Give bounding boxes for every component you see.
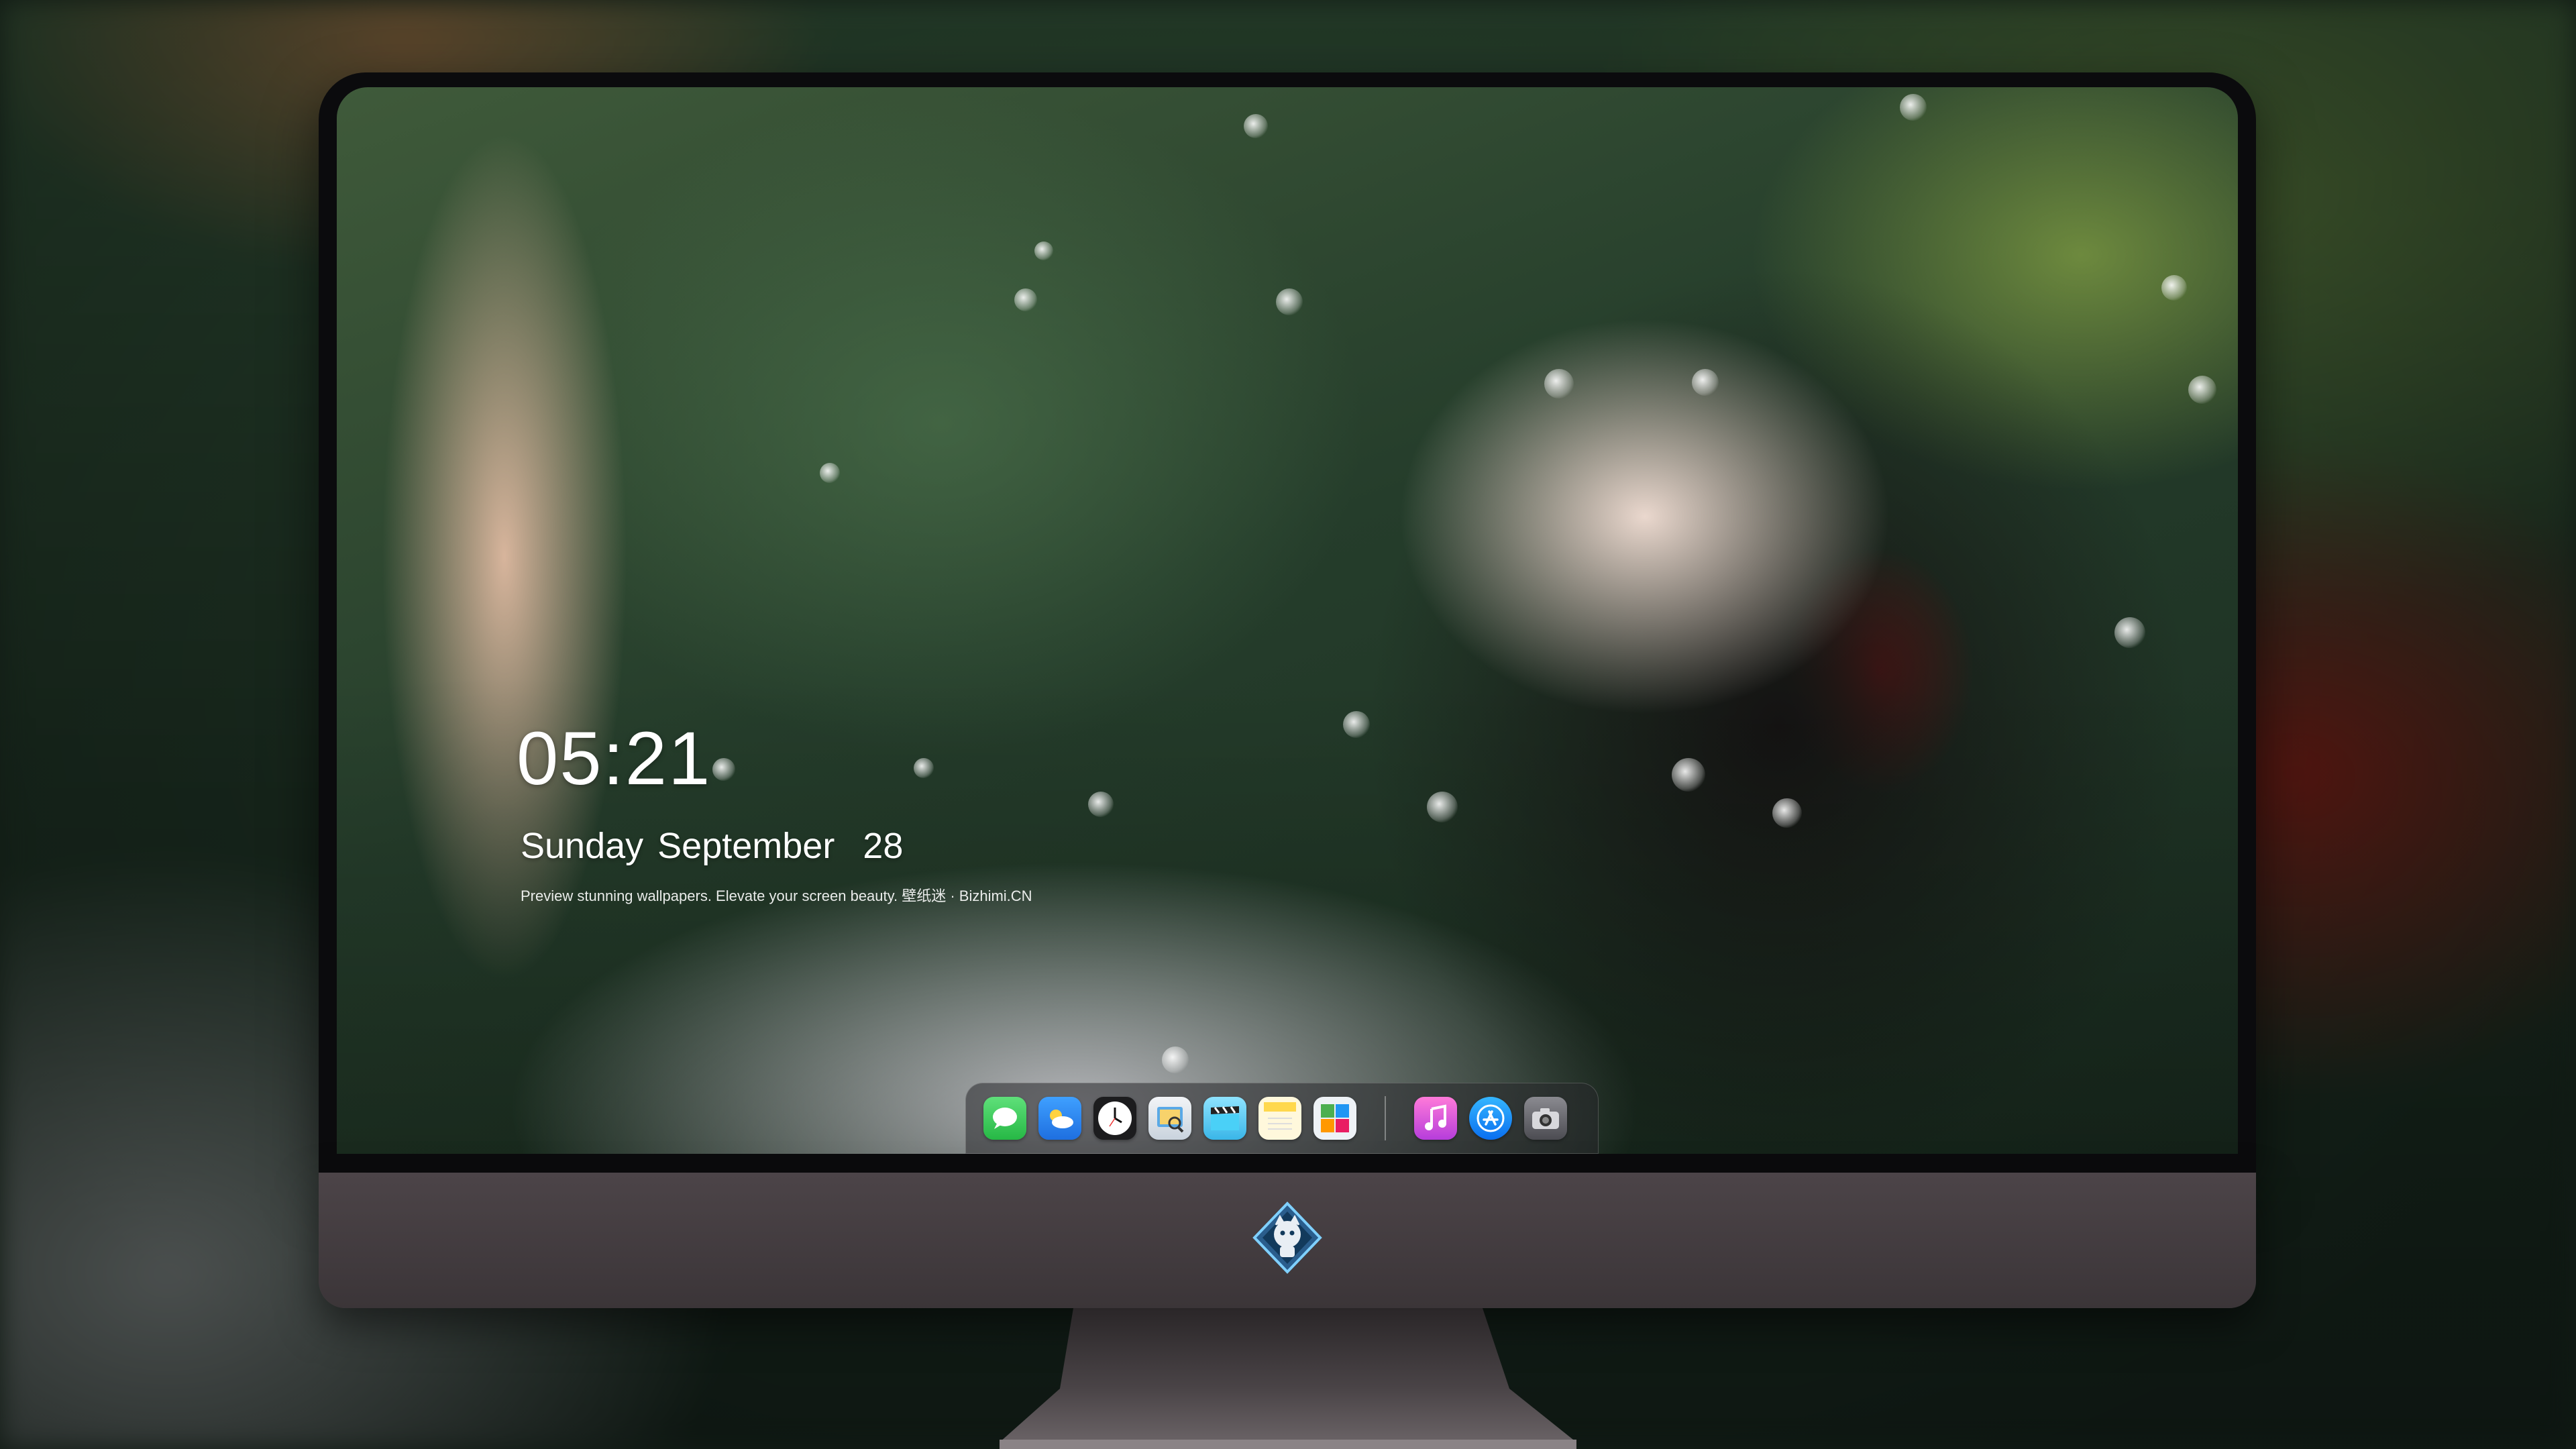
- itunes-icon[interactable]: [1414, 1097, 1457, 1140]
- light-drop: [712, 758, 735, 781]
- light-drop: [2188, 376, 2216, 404]
- preview-icon[interactable]: [1148, 1097, 1191, 1140]
- light-drop: [1427, 792, 1458, 822]
- monitor-screen: 05:21 Sunday September 28 Preview stunni…: [337, 87, 2238, 1154]
- notes-icon[interactable]: [1258, 1097, 1301, 1140]
- clock-icon[interactable]: [1093, 1097, 1136, 1140]
- light-drop: [2161, 275, 2187, 301]
- claquette-icon[interactable]: [1203, 1097, 1246, 1140]
- lock-screen-tagline: Preview stunning wallpapers. Elevate you…: [521, 888, 1032, 904]
- light-drop: [1672, 758, 1705, 792]
- light-drop: [1034, 241, 1053, 260]
- monitor-stand: [986, 1308, 1590, 1449]
- messages-icon[interactable]: [983, 1097, 1026, 1140]
- light-drop: [1088, 792, 1114, 817]
- light-drop: [1900, 94, 1927, 121]
- light-drop: [2114, 617, 2145, 648]
- light-drop: [914, 758, 934, 778]
- light-drop: [1772, 798, 1802, 828]
- light-drop: [1244, 114, 1268, 138]
- light-drop: [1276, 288, 1303, 315]
- camera-icon[interactable]: [1524, 1097, 1567, 1140]
- light-drop: [1014, 288, 1037, 311]
- app-store-icon[interactable]: [1469, 1097, 1512, 1140]
- photo-booth-icon[interactable]: [1313, 1097, 1356, 1140]
- light-drop: [1544, 369, 1574, 398]
- light-drop: [1692, 369, 1719, 396]
- lock-screen-time: 05:21: [517, 716, 712, 800]
- wallpaper-shade: [337, 87, 2238, 1154]
- lock-screen-date: Sunday September 28: [521, 826, 904, 866]
- light-drop: [1343, 711, 1370, 738]
- mascot-logo-icon: [1250, 1201, 1324, 1275]
- dock-divider: [1385, 1096, 1386, 1140]
- dock: [965, 1083, 1599, 1154]
- weather-icon[interactable]: [1038, 1097, 1081, 1140]
- light-drop: [820, 463, 840, 483]
- light-drop: [1162, 1046, 1189, 1073]
